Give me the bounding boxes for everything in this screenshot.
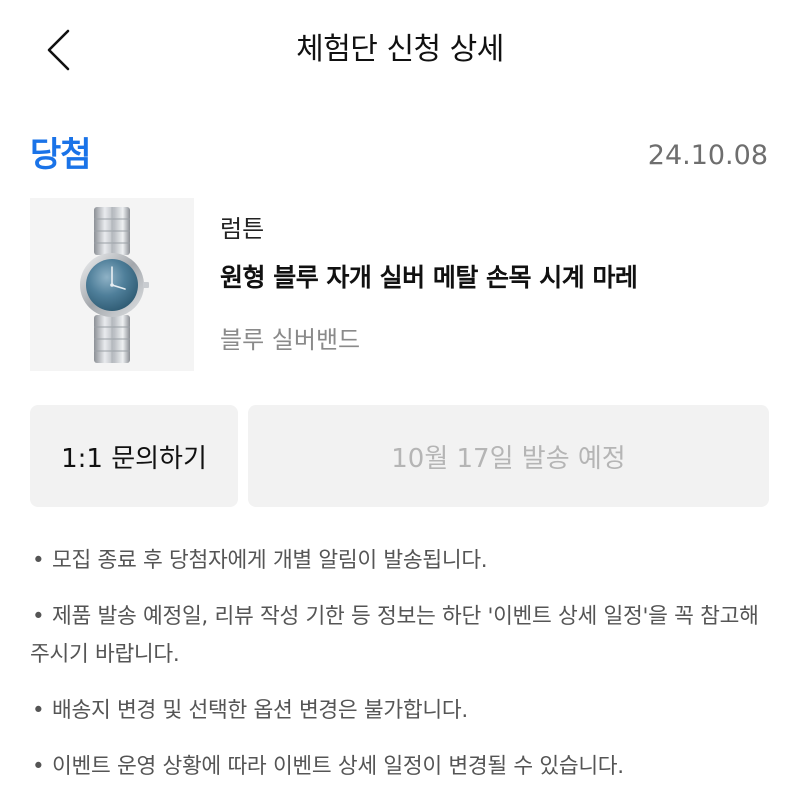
notice-text: 이벤트 운영 상황에 따라 이벤트 상세 일정이 변경될 수 있습니다. (52, 754, 624, 779)
bullet: • (32, 698, 45, 723)
shipping-schedule-button: 10월 17일 발송 예정 (248, 405, 769, 507)
header: 체험단 신청 상세 (0, 0, 800, 100)
bullet: • (32, 754, 45, 779)
product-thumbnail[interactable] (30, 198, 194, 371)
inquiry-button[interactable]: 1:1 문의하기 (30, 405, 238, 507)
notice-text: 제품 발송 예정일, 리뷰 작성 기한 등 정보는 하단 '이벤트 상세 일정'… (30, 604, 759, 667)
page-title: 체험단 신청 상세 (296, 32, 504, 67)
product-option: 블루 실버밴드 (220, 326, 361, 354)
status-date: 24.10.08 (647, 140, 768, 171)
notice-text: 모집 종료 후 당첨자에게 개별 알림이 발송됩니다. (52, 548, 488, 573)
bullet: • (32, 548, 45, 573)
notice-text: 배송지 변경 및 선택한 옵션 변경은 불가합니다. (52, 698, 468, 723)
notice-item: • 이벤트 운영 상황에 따라 이벤트 상세 일정이 변경될 수 있습니다. (30, 748, 770, 786)
notice-item: • 모집 종료 후 당첨자에게 개별 알림이 발송됩니다. (30, 542, 770, 580)
notice-list: • 모집 종료 후 당첨자에게 개별 알림이 발송됩니다. • 제품 발송 예정일,… (30, 542, 770, 804)
bullet: • (32, 604, 45, 629)
product-name[interactable]: 원형 블루 자개 실버 메탈 손목 시계 마레 (220, 260, 638, 296)
notice-item: • 제품 발송 예정일, 리뷰 작성 기한 등 정보는 하단 '이벤트 상세 일정… (30, 598, 770, 674)
status-label: 당첨 (30, 135, 92, 175)
watch-image (80, 206, 149, 363)
product-brand: 럼튼 (220, 215, 265, 243)
notice-item: • 배송지 변경 및 선택한 옵션 변경은 불가합니다. (30, 692, 770, 730)
